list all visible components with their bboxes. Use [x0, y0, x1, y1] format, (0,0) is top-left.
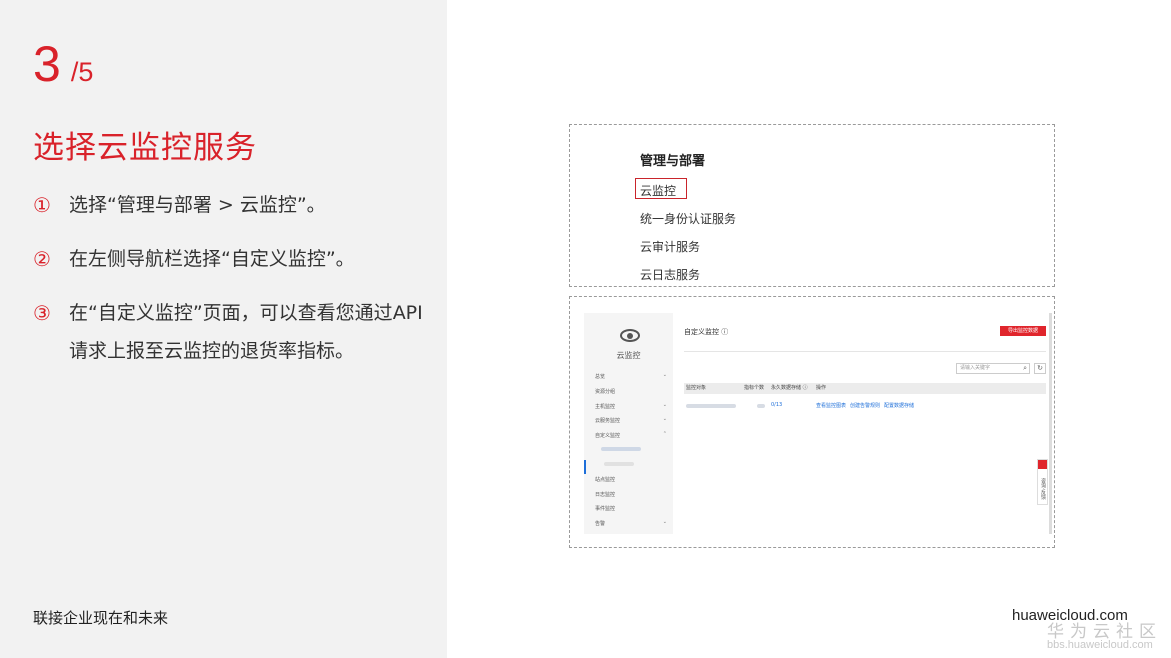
- menu-item-cloud-log[interactable]: 云日志服务: [640, 266, 700, 283]
- column-header: 监控对象: [686, 385, 707, 391]
- chat-icon: [1038, 460, 1047, 469]
- step-text: 选择“管理与部署 > 云监控”。: [69, 194, 326, 216]
- sidebar-service-name: 云监控: [616, 351, 641, 360]
- search-placeholder: 请输入关键字: [960, 365, 991, 371]
- step-counter: 3/5: [33, 38, 93, 90]
- step-list: ① 选择“管理与部署 > 云监控”。 ② 在左侧导航栏选择“自定义监控”。 ③ …: [33, 186, 423, 386]
- sidebar-item-overview[interactable]: 总览: [595, 373, 605, 380]
- step-current: 3: [33, 36, 61, 92]
- step-total: /5: [70, 57, 94, 87]
- sidebar-item-log-monitor[interactable]: 日志监控: [595, 491, 615, 498]
- export-data-button[interactable]: 导出监控数据: [1000, 326, 1046, 336]
- sidebar-item-event-monitor[interactable]: 事件监控: [595, 505, 615, 512]
- watermark-url: bbs.huaweicloud.com: [1047, 639, 1153, 651]
- menu-item-cloud-audit[interactable]: 云审计服务: [640, 238, 700, 255]
- feedback-tab[interactable]: 咨询·反馈: [1037, 459, 1048, 505]
- step-bullet: ③: [33, 301, 51, 325]
- slide-title: 选择云监控服务: [33, 130, 257, 166]
- console-sidebar: 云监控 总览 ⌄ 资源分组 主机监控 ⌄ 云服务监控 ⌄ 自定义监控 ⌃ 站点监…: [584, 313, 673, 534]
- blurred-subitem[interactable]: [604, 462, 634, 466]
- sidebar-item-alarm[interactable]: 告警: [595, 520, 605, 527]
- chevron-down-icon: ⌄: [662, 372, 667, 378]
- sidebar-item-resource-groups[interactable]: 资源分组: [595, 388, 615, 395]
- menu-heading: 管理与部署: [640, 154, 706, 169]
- console-screenshot: 云监控 总览 ⌄ 资源分组 主机监控 ⌄ 云服务监控 ⌄ 自定义监控 ⌃ 站点监…: [569, 296, 1055, 548]
- scrollbar[interactable]: [1049, 313, 1052, 534]
- chevron-down-icon: ⌄: [662, 519, 667, 525]
- sidebar-item-cloud-service-monitor[interactable]: 云服务监控: [595, 417, 620, 424]
- menu-item-cloud-monitor[interactable]: 云监控: [640, 182, 676, 199]
- view-chart-link[interactable]: 查看监控图表: [816, 402, 846, 409]
- left-panel: 3/5 选择云监控服务 ① 选择“管理与部署 > 云监控”。 ② 在左侧导航栏选…: [0, 0, 447, 658]
- column-header: 永久数据存储 ⓘ: [771, 385, 808, 391]
- table-header: 监控对象 指标个数 永久数据存储 ⓘ 操作: [684, 383, 1046, 394]
- sidebar-item-custom-monitor[interactable]: 自定义监控: [595, 432, 620, 439]
- menu-screenshot: 管理与部署 云监控 统一身份认证服务 云审计服务 云日志服务: [569, 124, 1055, 287]
- footer-slogan: 联接企业现在和未来: [33, 609, 169, 627]
- eye-icon: [620, 329, 640, 342]
- chevron-down-icon: ⌄: [662, 402, 667, 408]
- sidebar-item-site-monitor[interactable]: 站点监控: [595, 476, 615, 483]
- menu-item-iam[interactable]: 统一身份认证服务: [640, 210, 736, 227]
- feedback-label: 咨询·反馈: [1040, 477, 1046, 500]
- page-title: 自定义监控 ⓘ: [684, 328, 729, 336]
- search-input[interactable]: 请输入关键字 ⌕: [956, 363, 1030, 374]
- blurred-object-name: [686, 404, 736, 408]
- create-alarm-link[interactable]: 创建告警规则: [850, 402, 880, 409]
- step-text: 在左侧导航栏选择“自定义监控”。: [69, 248, 355, 270]
- blurred-count: [757, 404, 765, 408]
- step-item-3: ③ 在“自定义监控”页面，可以查看您通过API请求上报至云监控的退货率指标。: [33, 294, 423, 370]
- step-text: 在“自定义监控”页面，可以查看您通过API请求上报至云监控的退货率指标。: [69, 302, 423, 362]
- retention-value[interactable]: 0/13: [771, 402, 782, 408]
- step-bullet: ①: [33, 193, 51, 217]
- refresh-button[interactable]: ↻: [1034, 363, 1046, 374]
- column-header: 操作: [816, 385, 827, 391]
- step-item-2: ② 在左侧导航栏选择“自定义监控”。: [33, 240, 423, 278]
- sidebar-item-host-monitor[interactable]: 主机监控: [595, 403, 615, 410]
- divider: [684, 351, 1046, 352]
- chevron-up-icon: ⌃: [662, 431, 667, 437]
- config-storage-link[interactable]: 配置数据存储: [884, 402, 914, 409]
- step-bullet: ②: [33, 247, 51, 271]
- active-indicator: [584, 460, 586, 474]
- chevron-down-icon: ⌄: [662, 416, 667, 422]
- step-item-1: ① 选择“管理与部署 > 云监控”。: [33, 186, 423, 224]
- blurred-subitem[interactable]: [601, 447, 641, 451]
- search-icon[interactable]: ⌕: [1023, 364, 1027, 373]
- column-header: 指标个数: [744, 385, 765, 391]
